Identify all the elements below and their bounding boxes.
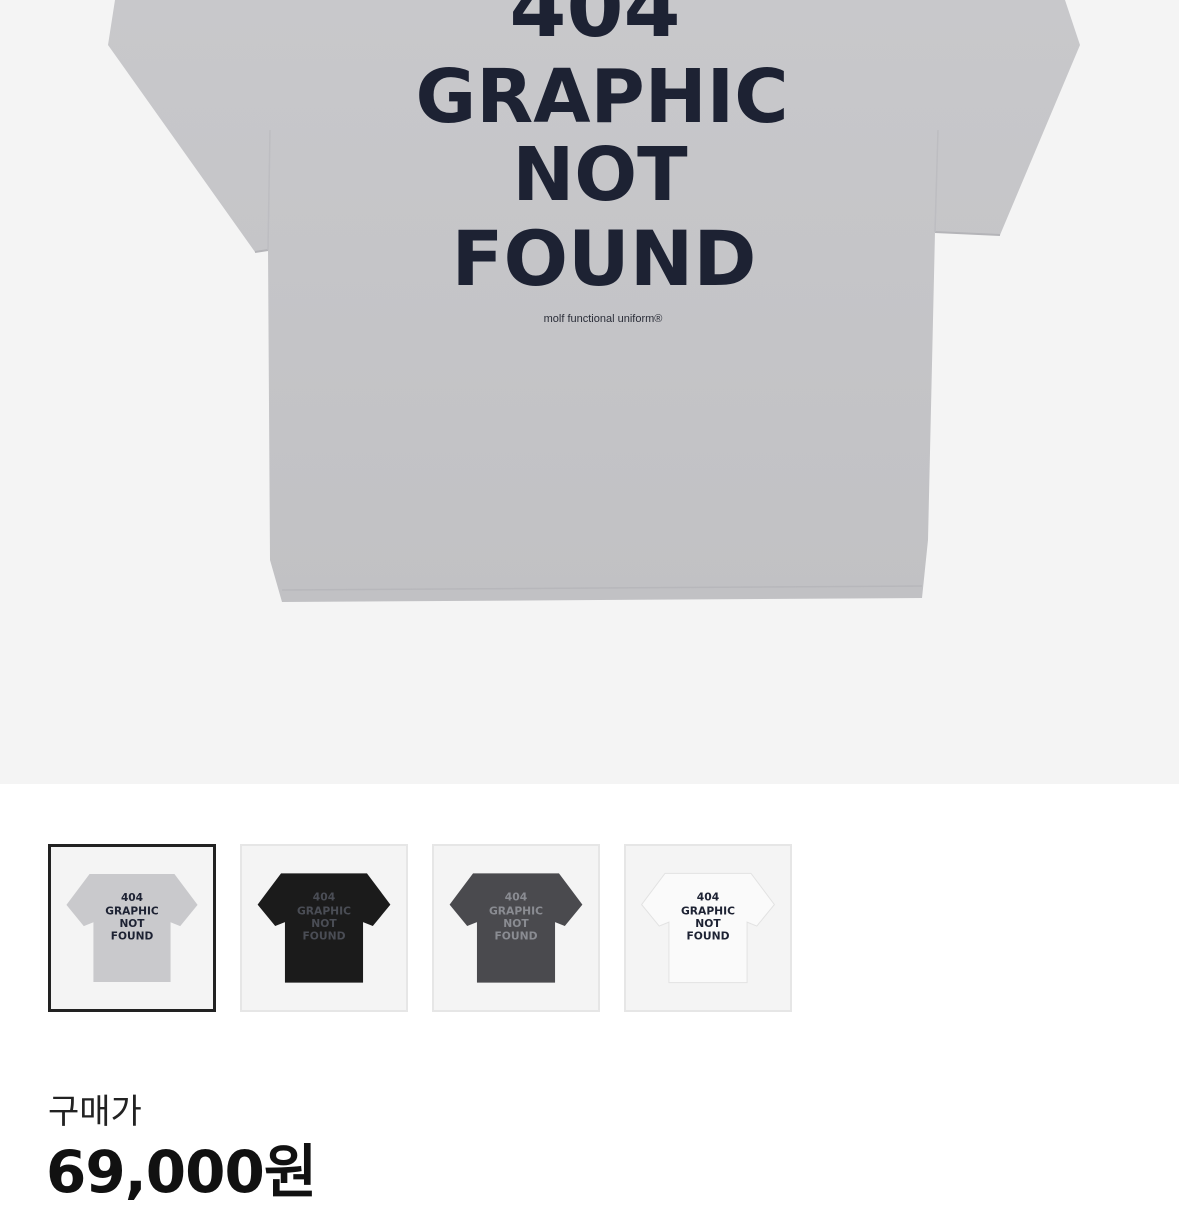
- thumbnail-white[interactable]: 404 GRAPHIC NOT FOUND: [624, 844, 792, 1012]
- thumbnail-black[interactable]: 404 GRAPHIC NOT FOUND: [240, 844, 408, 1012]
- thumb-print-404: 404: [121, 892, 143, 904]
- print-line-graphic: GRAPHIC: [416, 54, 789, 140]
- tshirt-illustration: 404 GRAPHIC NOT FOUND molf functional un…: [108, 0, 1080, 602]
- tshirt-thumb-icon: 404 GRAPHIC NOT FOUND: [66, 874, 198, 982]
- product-hero-image: 404 GRAPHIC NOT FOUND molf functional un…: [0, 0, 1179, 784]
- print-brand: molf functional uniform®: [544, 313, 663, 325]
- thumb-print-found: FOUND: [686, 930, 729, 943]
- thumb-print-404: 404: [313, 891, 335, 904]
- price-label: 구매가: [48, 1092, 142, 1132]
- thumb-print-graphic: GRAPHIC: [297, 904, 351, 917]
- thumb-print-404: 404: [505, 891, 527, 904]
- thumb-print-not: NOT: [119, 918, 145, 930]
- thumb-print-found: FOUND: [302, 930, 345, 943]
- thumb-print-graphic: GRAPHIC: [681, 904, 735, 917]
- thumb-print-not: NOT: [695, 917, 721, 930]
- tshirt-thumb-icon: 404 GRAPHIC NOT FOUND: [257, 873, 391, 983]
- price-value: 69,000원: [46, 1138, 317, 1206]
- thumb-print-not: NOT: [503, 917, 529, 930]
- print-line-not: NOT: [512, 132, 688, 218]
- thumbnail-strip: 404 GRAPHIC NOT FOUND 404 GRAPHIC NOT FO…: [48, 844, 808, 1012]
- thumbnail-charcoal[interactable]: 404 GRAPHIC NOT FOUND: [432, 844, 600, 1012]
- thumb-print-graphic: GRAPHIC: [105, 906, 159, 918]
- thumb-print-not: NOT: [311, 917, 337, 930]
- print-line-found: FOUND: [452, 214, 757, 303]
- thumb-print-graphic: GRAPHIC: [489, 904, 543, 917]
- thumb-print-404: 404: [697, 891, 719, 904]
- thumb-print-found: FOUND: [111, 931, 154, 943]
- thumb-print-found: FOUND: [494, 930, 537, 943]
- thumbnail-melange-grey[interactable]: 404 GRAPHIC NOT FOUND: [48, 844, 216, 1012]
- tshirt-thumb-icon: 404 GRAPHIC NOT FOUND: [640, 872, 776, 984]
- print-line-404: 404: [509, 0, 680, 56]
- tshirt-thumb-icon: 404 GRAPHIC NOT FOUND: [449, 873, 583, 983]
